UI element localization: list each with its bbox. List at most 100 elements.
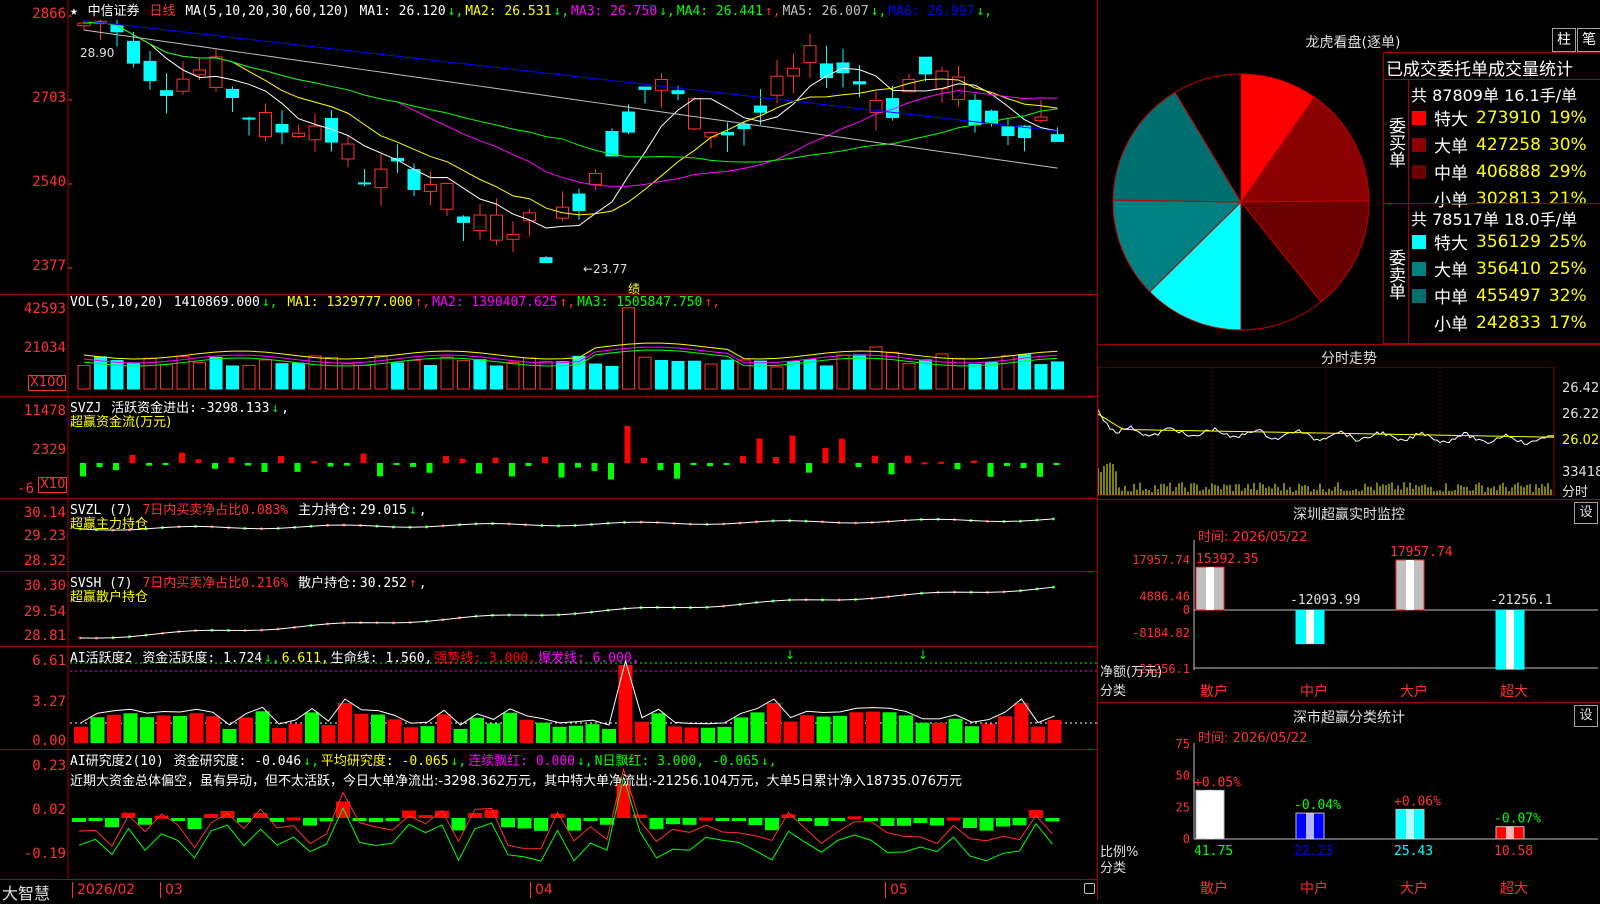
candle-body — [209, 56, 223, 88]
candle-body — [671, 90, 685, 95]
activity-bar — [981, 723, 996, 743]
intraday-axis-label: 26.22 — [1562, 407, 1600, 422]
vol-ma-value: MA2: 1390407.625 — [432, 295, 558, 310]
svzj-unit-badge[interactable]: X10 — [38, 477, 68, 493]
lock-icon[interactable] — [1084, 883, 1095, 894]
classify-bar-chart[interactable]: 75 50 25 0 +0.05% 41.75 散户 -0.04% 22.23 中户 +0.06% 2… — [1098, 703, 1600, 900]
research-bar — [798, 818, 812, 821]
count-view-button[interactable]: 笔 — [1577, 28, 1600, 52]
candle-body — [737, 124, 751, 130]
ai-active-axis-label: 0.00 — [32, 733, 66, 749]
flow-bar — [1020, 463, 1027, 469]
candlestick-chart[interactable] — [0, 0, 1097, 294]
vol-label: VOL(5,10,20) — [70, 295, 164, 310]
ai-active-pane[interactable]: ↓ ↓ AI活跃度2 资金活跃度: 1.724 ↓, 6.611, 生命线: 1.560… — [0, 647, 1097, 750]
longhu-panel: 龙虎看盘(逐单) 柱 笔 已成交委托单成交量统计 委买单 共 87809单 16… — [1098, 0, 1600, 345]
monitor-axis-label: 0 — [1183, 603, 1190, 617]
stock-name[interactable]: 中信证券 — [88, 4, 140, 19]
candle-body — [853, 81, 866, 85]
intraday-chart[interactable] — [1098, 367, 1558, 497]
svsh-pane[interactable]: SVSH (7) 7日内买卖净占比0.216% 散户持仓: 30.252 ↑, 超赢… — [0, 572, 1097, 647]
volume-chart[interactable] — [0, 295, 1097, 396]
research-bar — [946, 817, 961, 821]
vol-value: 1410869.000 — [173, 295, 260, 310]
activity-bar — [965, 726, 979, 743]
intraday-panel[interactable]: 分时走势 26.42 26.22 26.02 33418 分时 — [1098, 345, 1600, 500]
classify-category-label: 超大 — [1500, 881, 1528, 897]
intraday-axis-label: 26.02 — [1562, 433, 1600, 448]
volume-bar — [836, 354, 850, 390]
price-pane[interactable]: ★ 中信证券 日线 MA(5,10,20,30,60,120) MA1: 26.… — [0, 0, 1097, 296]
research-arrow: ↓, — [303, 754, 319, 769]
research-bar — [534, 818, 548, 831]
volume-bar — [341, 363, 355, 390]
candle-body — [1001, 126, 1015, 137]
candle-body — [572, 193, 586, 212]
activity-bar — [651, 713, 666, 743]
activity-bar — [717, 726, 732, 743]
monitor-category-label: 中户 — [1300, 683, 1328, 700]
sell-section: 委卖单 共 78517单 18.0手/单 特大 356129 25% 大单 356410… — [1384, 203, 1600, 344]
activity-bar — [305, 712, 319, 743]
order-volume: 356410 — [1476, 258, 1541, 279]
volume-bar — [985, 362, 998, 390]
monitor-bar-chart[interactable]: 17957.74 4886.460 -8184.82 -21256.1 15392.35… — [1098, 500, 1600, 702]
activity-bar — [503, 712, 517, 743]
monitor-bar-highlight — [1406, 560, 1414, 610]
svzl-subtitle: 超赢主力持仓 — [70, 517, 149, 532]
bar-view-button[interactable]: 柱 — [1552, 28, 1576, 52]
flow-bar — [212, 463, 218, 469]
monitor-axis-label: 17957.74 — [1132, 553, 1190, 567]
flow-bar — [459, 458, 466, 463]
vol-ma-arrow: ↑, — [414, 295, 431, 310]
holding-line — [79, 586, 1054, 639]
svzl-label: 主力持仓: — [298, 503, 358, 518]
activity-bar — [833, 715, 847, 743]
candle-body — [341, 143, 355, 160]
activity-bar — [602, 728, 616, 743]
volume-pane[interactable]: VOL(5,10,20) 1410869.000 ↓, MA1: 1329777.… — [0, 295, 1097, 397]
research-bar — [72, 818, 86, 822]
date-tick: 2026/02 — [72, 882, 135, 898]
candle-body — [605, 130, 619, 157]
vol-ma-value: MA1: 1329777.000 — [287, 295, 413, 310]
volume-bar — [490, 365, 503, 390]
order-pie-chart[interactable] — [1101, 62, 1381, 342]
ai-research-pane[interactable]: AI研究度2(10) 资金研究度: -0.046 ↓, 平均研究度: -0.065 ↓… — [0, 750, 1097, 880]
activity-bar — [915, 722, 930, 743]
flow-bar — [195, 459, 202, 463]
ma-value: MA3: 26.750 — [571, 4, 658, 19]
monitor-bar-highlight — [1306, 610, 1314, 644]
flow-bar — [426, 463, 433, 473]
volume-bar — [589, 363, 602, 390]
ai-active-axis-label: 6.61 — [32, 653, 66, 669]
research-bar — [550, 813, 565, 818]
research-bar — [897, 818, 911, 826]
svsh-subtitle: 超赢散户持仓 — [70, 590, 149, 605]
classify-value-label: 10.58 — [1494, 844, 1533, 859]
research-bar — [220, 810, 235, 818]
candle-body — [539, 257, 553, 264]
research-bar — [1029, 810, 1043, 818]
price-axis-label: 2377 — [32, 258, 66, 274]
order-row: 小单 242833 17% — [1408, 309, 1591, 336]
flow-bar — [591, 463, 598, 471]
period-label[interactable]: 日线 — [150, 4, 176, 19]
activity-bar — [173, 716, 187, 743]
svzj-pane[interactable]: SVZJ 活跃资金进出: -3298.133 ↓, 超赢资金流(万元) 11478 … — [0, 397, 1097, 499]
favorite-star-icon[interactable]: ★ — [70, 4, 78, 19]
volume-bar — [902, 363, 916, 390]
flow-bar — [393, 463, 400, 465]
monitor-ylabel: 净额(万元) — [1100, 665, 1163, 680]
monitor-category-label: 散户 — [1200, 683, 1228, 700]
activity-bar — [1014, 703, 1029, 743]
date-tick: 04 — [530, 882, 553, 898]
svzl-pane[interactable]: SVZL (7) 7日内买卖净占比0.083% 主力持仓: 29.015 ↓, 超赢… — [0, 499, 1097, 572]
research-bar — [88, 818, 103, 821]
order-percent: 32% — [1548, 285, 1587, 306]
svsh-axis-label: 30.30 — [23, 578, 66, 594]
vol-unit-badge[interactable]: X100 — [28, 375, 66, 391]
activity-bar — [371, 714, 385, 743]
order-row: 特大 273910 19% — [1408, 104, 1591, 131]
volume-bar — [506, 361, 520, 390]
